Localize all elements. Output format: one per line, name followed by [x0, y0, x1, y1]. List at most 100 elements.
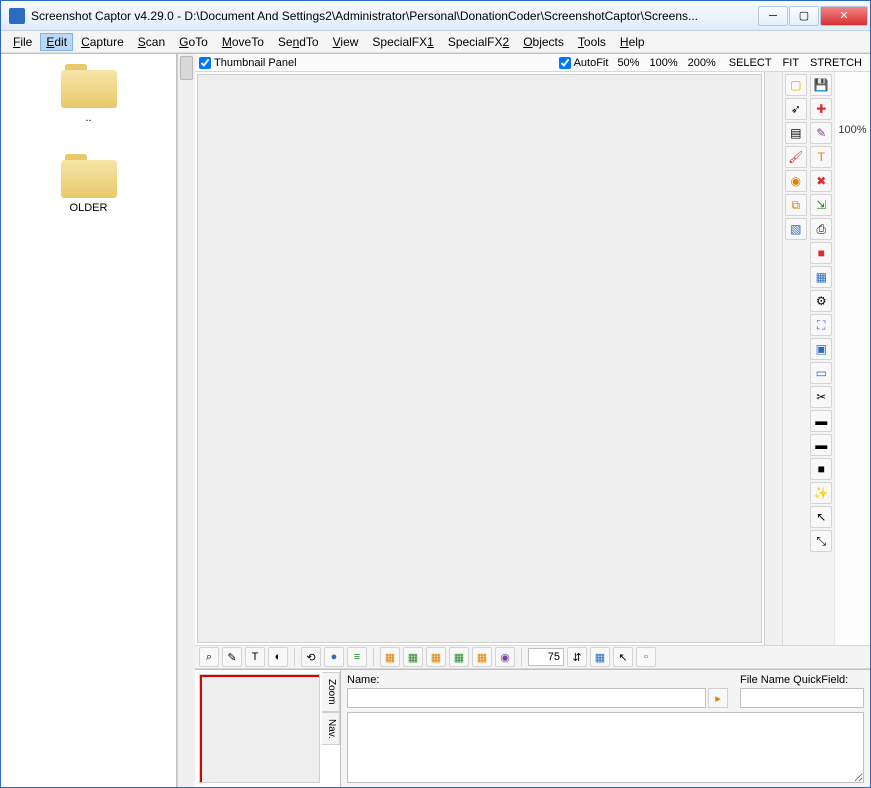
scrollbar-thumb[interactable]	[180, 56, 193, 80]
color-icon[interactable]: ◉	[495, 647, 515, 667]
list-icon[interactable]: ≡	[347, 647, 367, 667]
minimize-button[interactable]: ─	[758, 6, 788, 26]
file-panel: .. OLDER	[1, 54, 177, 787]
fx5-icon[interactable]: ▦	[472, 647, 492, 667]
pdf-icon[interactable]: ▫	[636, 647, 656, 667]
export-icon[interactable]: ⇲	[810, 194, 832, 216]
name-browse-button[interactable]: ▸	[708, 688, 728, 708]
globe-icon[interactable]: ◐	[268, 647, 288, 667]
window-controls: ─ ▢ ✕	[758, 6, 868, 26]
preview-canvas[interactable]	[197, 74, 762, 643]
arrow-icon[interactable]: ➶	[785, 98, 807, 120]
fx2-icon[interactable]: ▦	[403, 647, 423, 667]
menu-edit[interactable]: Edit	[40, 33, 73, 51]
menu-file[interactable]: File	[7, 33, 38, 51]
panel-header: Thumbnail Panel AutoFit 50% 100% 200% SELE…	[195, 54, 870, 72]
fx3-icon[interactable]: ▦	[426, 647, 446, 667]
rotate-icon[interactable]: ⟲	[301, 647, 321, 667]
maximize-button[interactable]: ▢	[789, 6, 819, 26]
ocr-icon[interactable]: T	[245, 647, 265, 667]
name-field-group: Name: ▸	[347, 674, 728, 708]
menu-specialfx1[interactable]: SpecialFX1	[366, 33, 439, 51]
quickfield-label: File Name QuickField:	[740, 674, 864, 686]
autofit-checkbox[interactable]: AutoFit	[559, 57, 609, 69]
tab-nav[interactable]: Nav.	[322, 712, 340, 746]
zoom-nav-tabs: Zoom Nav.	[322, 672, 340, 745]
blur-icon[interactable]: ◉	[785, 170, 807, 192]
fx1-icon[interactable]: ▦	[380, 647, 400, 667]
panel3-icon[interactable]: ■	[810, 458, 832, 480]
wand-icon[interactable]: ✨	[810, 482, 832, 504]
crop-icon[interactable]: ✂	[810, 386, 832, 408]
menubar: FileEditCaptureScanGoToMoveToSendToViewS…	[1, 31, 870, 53]
print-icon[interactable]: ⎙	[810, 218, 832, 240]
web-icon[interactable]: ●	[324, 647, 344, 667]
scanner-icon[interactable]: ⌕	[199, 647, 219, 667]
region-icon[interactable]: ▭	[810, 362, 832, 384]
zoom-level-50%[interactable]: 50%	[614, 57, 642, 69]
edit-icon[interactable]: ✎	[810, 122, 832, 144]
scan2-icon[interactable]: ✎	[222, 647, 242, 667]
thumbnail-label: Thumbnail Panel	[214, 57, 297, 69]
link-icon[interactable]: ⚙	[810, 290, 832, 312]
menu-capture[interactable]: Capture	[75, 33, 130, 51]
canvas-scrollbar[interactable]	[764, 72, 782, 645]
menu-sendto[interactable]: SendTo	[272, 33, 325, 51]
folder-item[interactable]: OLDER	[61, 154, 117, 214]
notes-textarea[interactable]	[347, 712, 864, 783]
cursor-icon[interactable]: ↖	[810, 506, 832, 528]
fit-option-fit[interactable]: FIT	[779, 57, 804, 69]
box-icon[interactable]: ■	[810, 242, 832, 264]
zoom-preview[interactable]	[199, 674, 320, 783]
fx4-icon[interactable]: ▦	[449, 647, 469, 667]
menu-objects[interactable]: Objects	[517, 33, 570, 51]
thumbnail-checkbox-input[interactable]	[199, 57, 211, 69]
menu-specialfx2[interactable]: SpecialFX2	[442, 33, 515, 51]
size-spinner[interactable]	[528, 648, 564, 666]
tab-zoom[interactable]: Zoom	[322, 672, 340, 712]
pointer-icon[interactable]: ↖	[613, 647, 633, 667]
menu-help[interactable]: Help	[614, 33, 651, 51]
image-icon[interactable]: ▧	[785, 218, 807, 240]
text-icon[interactable]: T	[810, 146, 832, 168]
center-column: Thumbnail Panel AutoFit 50% 100% 200% SELE…	[195, 54, 870, 787]
fit-option-select[interactable]: SELECT	[725, 57, 776, 69]
zoom-nav-panel: Zoom Nav.	[195, 670, 341, 787]
stepper-icon[interactable]: ⇵	[567, 647, 587, 667]
thumbnail-panel-checkbox[interactable]: Thumbnail Panel	[199, 57, 297, 69]
save-icon[interactable]: 💾	[810, 74, 832, 96]
menu-tools[interactable]: Tools	[572, 33, 612, 51]
delete-icon[interactable]: ✖	[810, 170, 832, 192]
tool-column-2: 💾✚✎T✖⇲⎙■▦⚙⛶▣▭✂▬▬■✨↖⤡	[809, 72, 835, 645]
panel2-icon[interactable]: ▬	[810, 434, 832, 456]
quickfield-input[interactable]	[740, 688, 864, 708]
main-area: .. OLDER Thumbnail Panel AutoFit 50% 100% 2…	[1, 53, 870, 787]
resize-icon[interactable]: ⤡	[810, 530, 832, 552]
add-icon[interactable]: ✚	[810, 98, 832, 120]
expand-icon[interactable]: ⛶	[810, 314, 832, 336]
canvas-row: ▢➶▤🖌◉⧉▧ 💾✚✎T✖⇲⎙■▦⚙⛶▣▭✂▬▬■✨↖⤡ 100%	[195, 72, 870, 645]
menu-moveto[interactable]: MoveTo	[216, 33, 270, 51]
close-button[interactable]: ✕	[820, 6, 868, 26]
photo-icon[interactable]: ▦	[810, 266, 832, 288]
panel1-icon[interactable]: ▬	[810, 410, 832, 432]
text-box-icon[interactable]: ▤	[785, 122, 807, 144]
autofit-label: AutoFit	[574, 57, 609, 69]
grid-icon[interactable]: ▦	[590, 647, 610, 667]
name-input[interactable]	[347, 688, 706, 708]
copy-icon[interactable]: ⧉	[785, 194, 807, 216]
fit-option-stretch[interactable]: STRETCH	[806, 57, 866, 69]
brush-icon[interactable]: 🖌	[785, 146, 807, 168]
menu-view[interactable]: View	[327, 33, 365, 51]
menu-scan[interactable]: Scan	[132, 33, 171, 51]
zoom-level-100%[interactable]: 100%	[646, 57, 680, 69]
folder-item[interactable]: ..	[61, 64, 117, 124]
zoom-level-200%[interactable]: 200%	[685, 57, 719, 69]
highlight-icon[interactable]: ▢	[785, 74, 807, 96]
autofit-checkbox-input[interactable]	[559, 57, 571, 69]
window-title: Screenshot Captor v4.29.0 - D:\Document …	[31, 9, 758, 23]
titlebar: Screenshot Captor v4.29.0 - D:\Document …	[1, 1, 870, 31]
menu-goto[interactable]: GoTo	[173, 33, 214, 51]
select-icon[interactable]: ▣	[810, 338, 832, 360]
file-panel-scrollbar[interactable]	[177, 54, 195, 787]
